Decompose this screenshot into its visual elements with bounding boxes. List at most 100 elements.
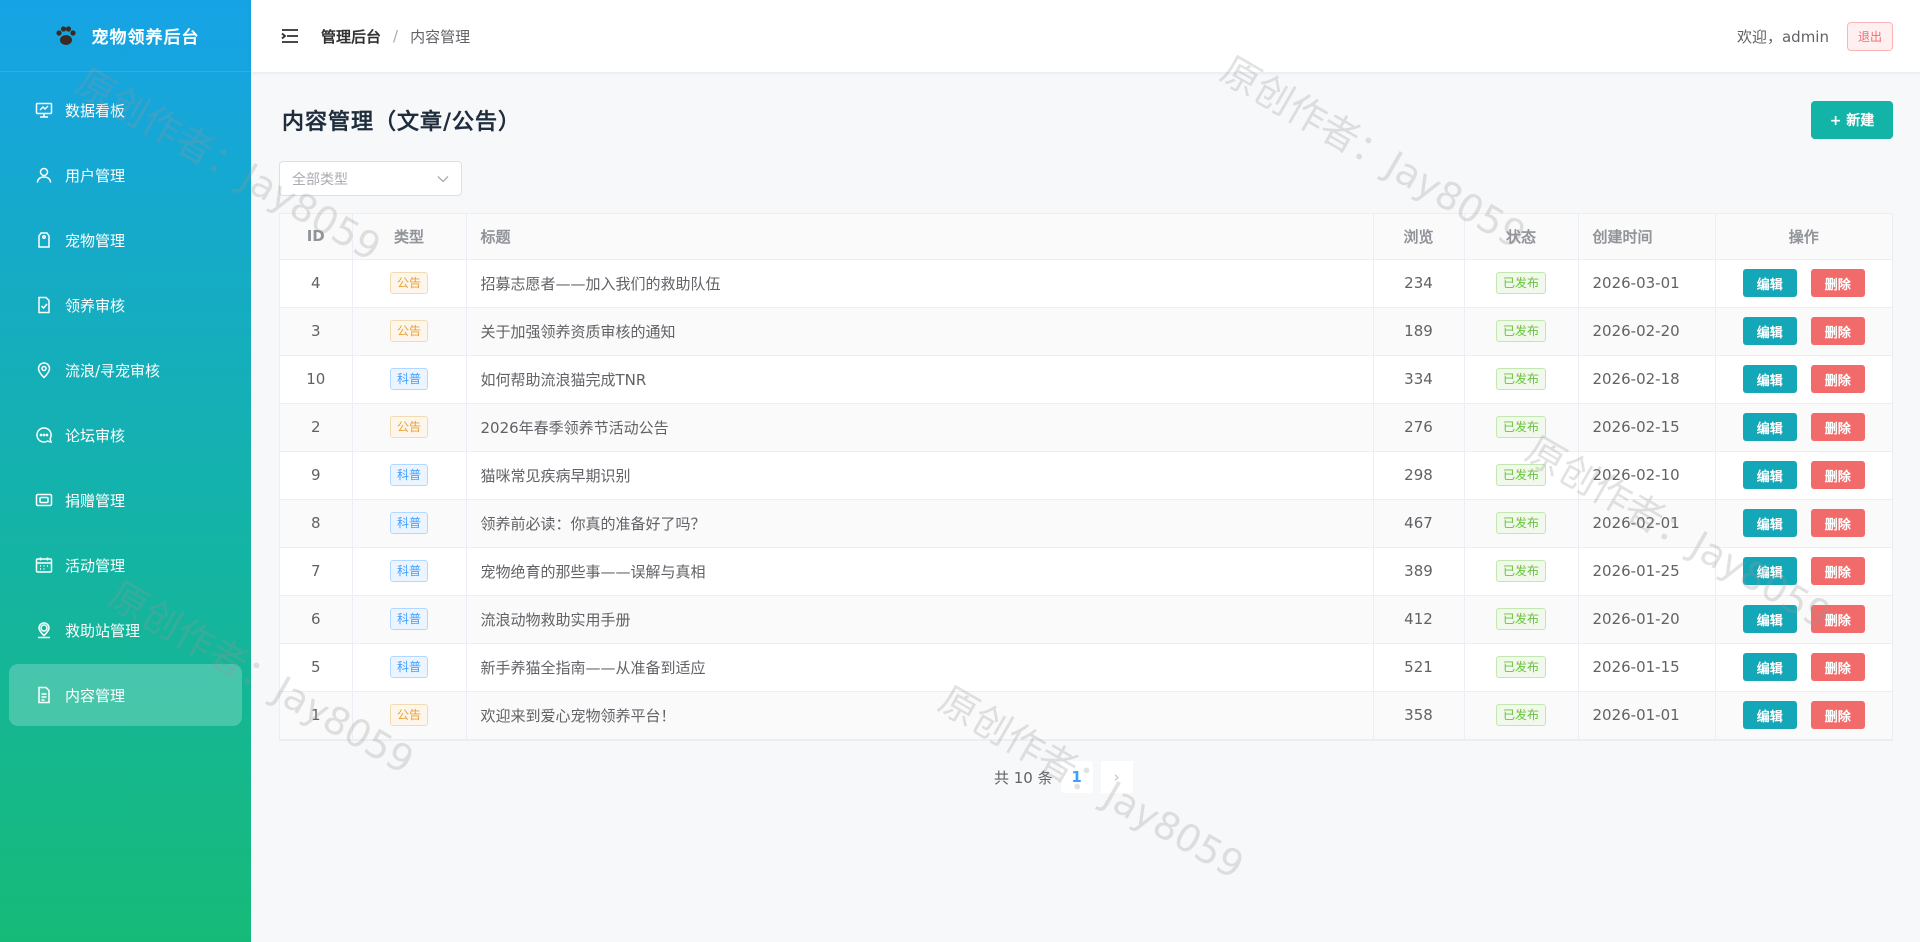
row-created: 2026-02-10 [1592,466,1680,484]
row-created: 2026-01-01 [1592,706,1680,724]
cell-views: 521 [1372,643,1464,692]
cell-type: 科普 [351,499,466,548]
sidebar-item-label: 论坛审核 [65,426,126,445]
title-row: 内容管理（文章/公告） + 新建 [279,73,1893,163]
cell-views: 334 [1372,355,1464,404]
type-tag: 公告 [389,416,428,438]
delete-button[interactable]: 删除 [1810,605,1865,633]
row-title: 领养前必读：你真的准备好了吗？ [480,514,706,533]
chat-icon [35,426,53,444]
type-tag: 科普 [389,464,428,486]
cell-created: 2026-02-01 [1577,499,1715,548]
row-actions: 编辑 删除 [1716,605,1893,633]
cell-views: 189 [1372,307,1464,356]
delete-button[interactable]: 删除 [1810,701,1865,729]
type-tag: 公告 [389,320,428,342]
cell-id: 6 [280,595,352,644]
delete-button[interactable]: 删除 [1810,557,1865,585]
status-badge: 已发布 [1495,368,1546,390]
edit-button[interactable]: 编辑 [1742,269,1797,297]
table-row: 1 公告 欢迎来到爱心宠物领养平台！ 358 已发布 2026-01-01 编辑 删除 [280,691,1892,740]
cell-id: 3 [280,307,352,356]
sidebar-item-label: 捐赠管理 [65,491,126,510]
location-icon [35,361,53,379]
edit-button[interactable]: 编辑 [1742,365,1797,393]
cell-actions: 编辑 删除 [1714,547,1892,596]
sidebar-item-donations[interactable]: 捐赠管理 [9,469,242,531]
delete-button[interactable]: 删除 [1810,461,1865,489]
status-badge: 已发布 [1495,512,1546,534]
edit-button[interactable]: 编辑 [1742,653,1797,681]
next-page-button[interactable]: › [1100,761,1133,793]
row-title: 宠物绝育的那些事——误解与真相 [480,562,706,581]
row-created: 2026-01-25 [1592,562,1680,580]
table-row: 6 科普 流浪动物救助实用手册 412 已发布 2026-01-20 编辑 删除 [280,595,1893,644]
type-filter-select[interactable]: 全部类型 [279,161,462,196]
row-title: 流浪动物救助实用手册 [480,610,631,629]
table-body: 4 公告 招募志愿者——加入我们的救助队伍 234 已发布 2026-03-01 编辑 删除 3… [280,259,1893,740]
sidebar-item-forum-review[interactable]: 论坛审核 [9,404,242,466]
sidebar-item-label: 流浪/寻宠审核 [65,361,161,380]
sidebar-item-label: 救助站管理 [65,621,141,640]
page-title: 内容管理（文章/公告） [282,109,522,135]
sidebar-item-rescue-stations[interactable]: 救助站管理 [9,599,242,661]
row-id: 9 [310,466,321,484]
page-number-button[interactable]: 1 [1060,761,1093,793]
delete-button[interactable]: 删除 [1810,365,1865,393]
sidebar-item-content[interactable]: 内容管理 [9,664,242,726]
table-row: 7 科普 宠物绝育的那些事——误解与真相 389 已发布 2026-01-25 编辑 删除 [280,547,1892,596]
type-tag: 科普 [389,656,428,678]
delete-button[interactable]: 删除 [1810,509,1865,537]
sidebar-item-users[interactable]: 用户管理 [9,144,242,206]
cell-status: 已发布 [1463,259,1578,308]
document-icon [35,686,53,704]
cell-actions: 编辑 删除 [1714,307,1892,356]
sidebar-item-stray-review[interactable]: 流浪/寻宠审核 [9,339,242,401]
row-title: 关于加强领养资质审核的通知 [480,322,676,341]
logout-button[interactable]: 退出 [1846,22,1893,51]
delete-button[interactable]: 删除 [1810,413,1865,441]
sidebar-item-activities[interactable]: 活动管理 [9,534,242,596]
cell-status: 已发布 [1463,403,1578,452]
sidebar-item-adoption-review[interactable]: 领养审核 [9,274,242,336]
sidebar-item-dashboard[interactable]: 数据看板 [9,79,242,141]
edit-button[interactable]: 编辑 [1742,557,1797,585]
edit-button[interactable]: 编辑 [1742,461,1797,489]
delete-button[interactable]: 删除 [1810,269,1865,297]
cell-type: 科普 [351,451,466,500]
cell-created: 2026-03-01 [1577,259,1715,308]
edit-button[interactable]: 编辑 [1742,509,1797,537]
cell-views: 389 [1372,547,1464,596]
new-button[interactable]: + 新建 [1811,101,1893,139]
breadcrumb-root[interactable]: 管理后台 [321,26,381,47]
status-badge: 已发布 [1495,656,1546,678]
cell-title: 如何帮助流浪猫完成TNR [465,355,1373,404]
cell-views: 467 [1372,499,1464,548]
chevron-down-icon [437,171,449,187]
edit-button[interactable]: 编辑 [1742,317,1797,345]
table-row: 4 公告 招募志愿者——加入我们的救助队伍 234 已发布 2026-03-01 编辑 删除 [280,259,1892,308]
cell-views: 412 [1372,595,1464,644]
column-header-created: 创建时间 [1577,214,1715,260]
row-id: 10 [306,370,326,388]
cell-title: 新手养猫全指南——从准备到适应 [465,643,1373,692]
edit-button[interactable]: 编辑 [1742,605,1797,633]
document-check-icon [35,296,53,314]
edit-button[interactable]: 编辑 [1742,701,1797,729]
cell-id: 8 [280,499,352,548]
row-created: 2026-02-20 [1592,322,1680,340]
row-created: 2026-01-20 [1592,610,1680,628]
delete-button[interactable]: 删除 [1810,653,1865,681]
row-title: 招募志愿者——加入我们的救助队伍 [480,274,721,293]
row-created: 2026-01-15 [1592,658,1680,676]
sidebar-logo[interactable]: 宠物领养后台 [0,0,251,72]
row-actions: 编辑 删除 [1716,461,1893,489]
cell-status: 已发布 [1463,691,1578,740]
row-views: 467 [1404,514,1433,532]
cell-status: 已发布 [1463,643,1578,692]
delete-button[interactable]: 删除 [1810,317,1865,345]
edit-button[interactable]: 编辑 [1742,413,1797,441]
sidebar-item-pets[interactable]: 宠物管理 [9,209,242,271]
collapse-menu-icon[interactable] [281,28,299,44]
cell-id: 2 [280,403,352,452]
